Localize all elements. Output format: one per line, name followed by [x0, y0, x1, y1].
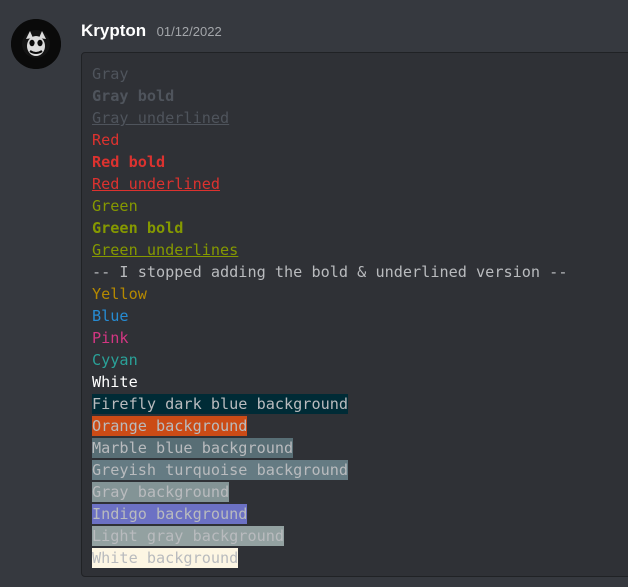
code-line: Firefly dark blue background — [92, 393, 567, 415]
code-line-text: Green — [92, 197, 138, 215]
code-line-text: Cyyan — [92, 351, 138, 369]
code-line: Red underlined — [92, 173, 567, 195]
code-line: Yellow — [92, 283, 567, 305]
code-line: Blue — [92, 305, 567, 327]
code-line-text: Blue — [92, 307, 129, 325]
code-line-text: Pink — [92, 329, 129, 347]
code-line: Green — [92, 195, 567, 217]
username[interactable]: Krypton — [81, 21, 146, 40]
code-line-text: Green bold — [92, 219, 184, 237]
code-line: Gray underlined — [92, 107, 567, 129]
code-line: Green underlines — [92, 239, 567, 261]
code-line: Red — [92, 129, 567, 151]
code-line: Gray bold — [92, 85, 567, 107]
code-line: Pink — [92, 327, 567, 349]
code-line: Light gray background — [92, 525, 567, 547]
code-line-text: Greyish turquoise background — [92, 460, 349, 480]
code-line-text: Yellow — [92, 285, 147, 303]
code-line-text: Red bold — [92, 153, 166, 171]
code-line-text: Gray background — [92, 482, 230, 502]
code-line: Gray background — [92, 481, 567, 503]
code-line-text: Red — [92, 131, 120, 149]
avatar[interactable] — [11, 19, 61, 69]
code-line-text: Firefly dark blue background — [92, 394, 349, 414]
code-line-text: White background — [92, 548, 239, 568]
code-line-text: Gray underlined — [92, 109, 230, 127]
message-header: Krypton 01/12/2022 — [81, 21, 222, 41]
code-line-text: Light gray background — [92, 526, 285, 546]
code-line: White — [92, 371, 567, 393]
code-line: -- I stopped adding the bold & underline… — [92, 261, 567, 283]
code-line-text: Gray bold — [92, 87, 175, 105]
avatar-image — [11, 19, 61, 69]
code-line-text: -- I stopped adding the bold & underline… — [92, 263, 568, 281]
code-line-text: White — [92, 373, 138, 391]
code-line: Marble blue background — [92, 437, 567, 459]
code-line-text: Green underlines — [92, 241, 239, 259]
code-line-text: Gray — [92, 65, 129, 83]
code-line: Green bold — [92, 217, 567, 239]
code-line-text: Marble blue background — [92, 438, 294, 458]
code-line: Indigo background — [92, 503, 567, 525]
code-line: Red bold — [92, 151, 567, 173]
timestamp: 01/12/2022 — [156, 24, 222, 39]
code-line: White background — [92, 547, 567, 569]
code-line-text: Red underlined — [92, 175, 221, 193]
code-lines: Gray Gray bold Gray underlined Red Red bold R… — [92, 63, 567, 569]
code-line: Greyish turquoise background — [92, 459, 567, 481]
code-line-text: Indigo background — [92, 504, 248, 524]
code-line: Cyyan — [92, 349, 567, 371]
code-line: Gray — [92, 63, 567, 85]
code-line: Orange background — [92, 415, 567, 437]
code-line-text: Orange background — [92, 416, 248, 436]
code-block: Gray Gray bold Gray underlined Red Red bold R… — [81, 52, 628, 577]
